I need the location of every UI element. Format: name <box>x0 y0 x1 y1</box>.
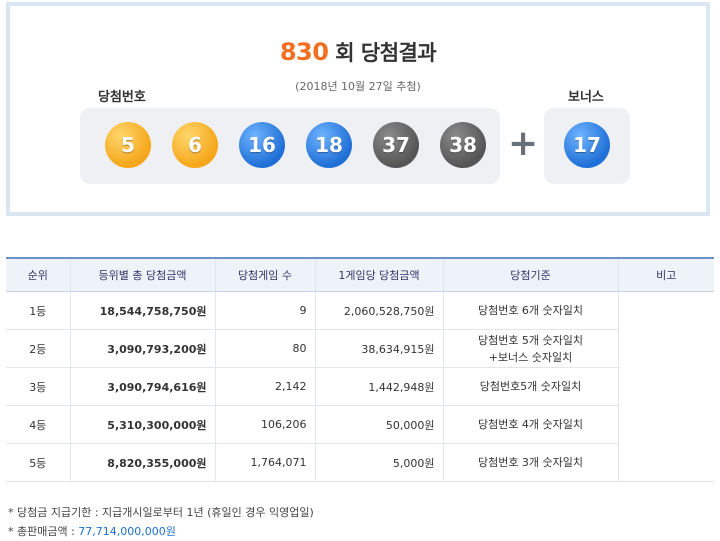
per-game-prize-cell: 1,442,948원 <box>314 367 443 406</box>
remarks-cell <box>617 291 714 482</box>
table-row: 3등 3,090,794,616원 2,142 1,442,948원 당첨번호5… <box>6 367 714 406</box>
rank-cell: 4등 <box>6 405 70 444</box>
criteria-text: 당첨번호 5개 숫자일치 <box>477 333 584 347</box>
table-row: 5등 8,820,355,000원 1,764,071 5,000원 당첨번호 … <box>6 443 714 482</box>
winners-cell: 80 <box>214 329 315 368</box>
total-prize-cell: 8,820,355,000원 <box>69 443 215 482</box>
total-sales-note: * 총판매금액 : 77,714,000,000원 <box>8 522 314 541</box>
total-prize-cell: 3,090,793,200원 <box>69 329 215 368</box>
criteria-text: 당첨번호5개 숫자일치 <box>479 380 582 393</box>
criteria-bonus-text: +보너스 숫자일치 <box>488 350 573 364</box>
winning-ball-3: 16 <box>239 122 285 168</box>
header-criteria: 당첨기준 <box>442 257 618 292</box>
winning-ball-2: 6 <box>172 122 218 168</box>
criteria-cell: 당첨번호 4개 숫자일치 <box>442 405 618 444</box>
criteria-cell: 당첨번호 6개 숫자일치 <box>442 291 618 330</box>
criteria-cell: 당첨번호 3개 숫자일치 <box>442 443 618 482</box>
per-game-prize-cell: 5,000원 <box>314 443 443 482</box>
header-per-game-prize: 1게임당 당첨금액 <box>314 257 443 292</box>
criteria-text: 당첨번호 3개 숫자일치 <box>477 456 584 469</box>
winning-ball-1: 5 <box>105 122 151 168</box>
total-prize-cell: 5,310,300,000원 <box>69 405 215 444</box>
winners-cell: 106,206 <box>214 405 315 444</box>
criteria-text: 당첨번호 6개 숫자일치 <box>477 304 584 317</box>
rank-cell: 3등 <box>6 367 70 406</box>
per-game-prize-cell: 50,000원 <box>314 405 443 444</box>
per-game-prize-cell: 2,060,528,750원 <box>314 291 443 330</box>
winning-numbers-label: 당첨번호 <box>98 90 146 105</box>
rank-cell: 1등 <box>6 291 70 330</box>
table-row: 4등 5,310,300,000원 106,206 50,000원 당첨번호 4… <box>6 405 714 444</box>
winners-cell: 2,142 <box>214 367 315 406</box>
bonus-ball: 17 <box>564 122 610 168</box>
total-prize-cell: 3,090,794,616원 <box>69 367 215 406</box>
rank-cell: 2등 <box>6 329 70 368</box>
payment-deadline-note: * 당첨금 지급기한 : 지급개시일로부터 1년 (휴일인 경우 익영업일) <box>8 506 314 519</box>
bonus-number-panel: 17 <box>544 108 630 184</box>
header-total-prize: 등위별 총 당첨금액 <box>69 257 215 292</box>
winners-cell: 9 <box>214 291 315 330</box>
total-prize-cell: 18,544,758,750원 <box>69 291 215 330</box>
round-title-suffix: 회 당첨결과 <box>335 41 437 65</box>
plus-icon: + <box>508 123 539 164</box>
winning-ball-4: 18 <box>306 122 352 168</box>
per-game-prize-cell: 38,634,915원 <box>314 329 443 368</box>
winning-ball-6: 38 <box>440 122 486 168</box>
header-winners: 당첨게임 수 <box>214 257 315 292</box>
round-number: 830 <box>279 38 329 66</box>
prize-table: 순위 등위별 총 당첨금액 당첨게임 수 1게임당 당첨금액 당첨기준 비고 1… <box>6 257 714 482</box>
criteria-cell: 당첨번호5개 숫자일치 <box>442 367 618 406</box>
header-rank: 순위 <box>6 257 70 292</box>
bonus-number-label: 보너스 <box>568 90 604 105</box>
notes-section: * 당첨금 지급기한 : 지급개시일로부터 1년 (휴일인 경우 익영업일) *… <box>8 503 314 541</box>
table-row: 1등 18,544,758,750원 9 2,060,528,750원 당첨번호… <box>6 291 714 482</box>
total-sales-value: 77,714,000,000원 <box>78 525 176 538</box>
criteria-text: 당첨번호 4개 숫자일치 <box>477 418 584 431</box>
winners-cell: 1,764,071 <box>214 443 315 482</box>
header-remarks: 비고 <box>617 257 714 292</box>
table-row: 2등 3,090,793,200원 80 38,634,915원 당첨번호 5개… <box>6 329 714 368</box>
total-sales-label: * 총판매금액 : <box>8 525 79 538</box>
rank-cell: 5등 <box>6 443 70 482</box>
winning-ball-5: 37 <box>373 122 419 168</box>
prize-table-header: 순위 등위별 총 당첨금액 당첨게임 수 1게임당 당첨금액 당첨기준 비고 <box>6 257 714 292</box>
draw-title: 830 회 당첨결과 <box>10 37 706 67</box>
winning-numbers-panel: 5 6 16 18 37 38 <box>80 108 500 184</box>
criteria-cell: 당첨번호 5개 숫자일치 +보너스 숫자일치 <box>442 329 618 368</box>
